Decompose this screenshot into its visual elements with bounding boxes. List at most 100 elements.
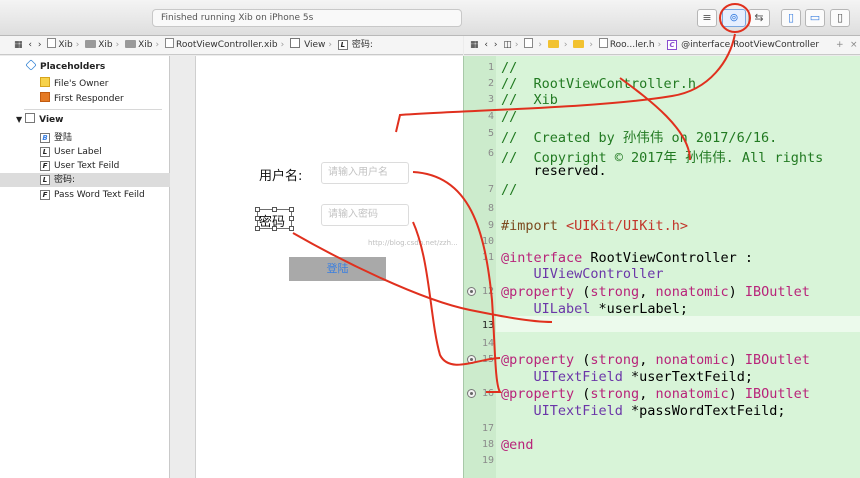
text-field-icon: F — [40, 161, 50, 171]
resize-handle[interactable] — [255, 226, 260, 231]
crumb-header-file[interactable]: Roo...ler.h — [598, 38, 655, 50]
add-editor-button[interactable]: + — [836, 36, 844, 54]
activity-viewer: Finished running Xib on iPhone 5s — [152, 9, 462, 27]
crumb-xib-file[interactable]: RootViewController.xib — [164, 38, 278, 50]
root-view[interactable]: 用户名: 请输入用户名 密码 请输入密码 登陆 http://blog.csdn… — [195, 56, 463, 478]
line-number: 1 — [487, 62, 494, 73]
crumb-project[interactable]: Xib — [47, 38, 73, 50]
first-responder-icon — [40, 92, 50, 102]
grid-icon[interactable]: ▦ — [14, 40, 23, 50]
outline-divider — [24, 109, 162, 110]
debug-toggle-button[interactable]: ▭ — [805, 9, 825, 27]
interface-builder-canvas: 用户名: 请输入用户名 密码 请输入密码 登陆 http://blog.csdn… — [171, 56, 463, 478]
outline-item-user-label[interactable]: L User Label — [0, 145, 170, 159]
resize-handle[interactable] — [272, 226, 277, 231]
code-line: // — [501, 60, 518, 76]
placeholders-icon — [25, 59, 37, 71]
crumb-label[interactable]: L 密码: — [337, 40, 373, 50]
outline-item-password-text-field[interactable]: F Pass Word Text Feild — [0, 188, 170, 202]
line-number: 10 — [481, 236, 494, 247]
document-outline: Placeholders File's Owner First Responde… — [0, 56, 170, 478]
bottom-panel-icon: ▭ — [809, 11, 821, 24]
folder-icon — [125, 40, 137, 48]
xib-file-icon — [164, 38, 174, 48]
username-label[interactable]: 用户名: — [259, 165, 302, 184]
watermark-text: http://blog.csdn.net/zzh... — [368, 239, 458, 247]
crumb-interface[interactable]: C @interface RootViewController — [667, 40, 819, 50]
code-line: reserved. — [501, 163, 607, 179]
back-icon[interactable]: ‹ — [484, 40, 488, 50]
view-icon — [25, 113, 36, 123]
outlet-connection-icon[interactable] — [467, 287, 476, 296]
code-line: #import <UIKit/UIKit.h> — [501, 218, 688, 234]
navigator-toggle-button[interactable]: ▯ — [781, 9, 801, 27]
crumb-group[interactable]: Xib — [85, 40, 113, 50]
folder-icon[interactable] — [547, 40, 561, 50]
line-number: 13 — [481, 320, 494, 331]
line-number: 14 — [481, 338, 494, 349]
outlet-connection-icon[interactable] — [467, 355, 476, 364]
code-line: UITextField *userTextFeild; — [533, 369, 753, 385]
view-icon — [290, 38, 301, 48]
crumb-subgroup[interactable]: Xib — [125, 40, 153, 50]
line-number: 4 — [487, 111, 494, 122]
disclosure-triangle-icon[interactable]: ▼ — [16, 115, 22, 124]
line-number: 6 — [487, 148, 494, 159]
resize-handle[interactable] — [289, 226, 294, 231]
project-icon[interactable] — [524, 38, 535, 50]
code-line: @interface RootViewController : — [501, 250, 753, 266]
outline-item-password-label[interactable]: L 密码: — [0, 173, 170, 187]
folder-icon[interactable] — [573, 40, 586, 50]
assistant-editor-icon: ⊚ — [729, 11, 739, 24]
line-number: 8 — [487, 203, 494, 214]
back-icon[interactable]: ‹ — [28, 40, 32, 50]
label-icon: L — [40, 175, 50, 185]
login-button[interactable]: 登陆 — [289, 257, 386, 281]
line-number: 2 — [487, 78, 494, 89]
username-text-field[interactable]: 请输入用户名 — [321, 162, 409, 184]
text-field-icon: F — [40, 190, 50, 200]
code-line: UITextField *passWordTextFeild; — [533, 403, 786, 419]
resize-handle[interactable] — [255, 216, 260, 221]
assistant-code-editor[interactable]: 1 2 3 4 5 6 7 8 9 10 11 12 13 14 15 16 17 18 19 //// RootV… — [463, 56, 860, 478]
left-jump-bar: ▦ ‹ › Xib › Xib › Xib › RootViewController.… — [0, 36, 463, 55]
right-panel-icon: ▯ — [836, 11, 844, 24]
password-text-field[interactable]: 请输入密码 — [321, 204, 409, 226]
utilities-toggle-button[interactable]: ▯ — [830, 9, 850, 27]
code-line: // Xib — [501, 92, 558, 108]
forward-icon[interactable]: › — [494, 40, 498, 50]
outline-view[interactable]: ▼ View — [0, 113, 170, 127]
resize-handle[interactable] — [289, 216, 294, 221]
folder-icon — [85, 40, 97, 48]
outline-item-login-button[interactable]: B 登陆 — [0, 131, 170, 145]
left-panel-icon: ▯ — [787, 11, 795, 24]
code-line: @end — [501, 437, 534, 453]
close-editor-button[interactable]: × — [850, 36, 858, 54]
standard-editor-button[interactable]: ≡ — [697, 9, 717, 27]
grid-icon[interactable]: ▦ — [470, 40, 479, 50]
version-editor-button[interactable]: ⇆ — [748, 9, 770, 27]
lines-icon: ≡ — [702, 11, 712, 24]
line-number: 9 — [487, 220, 494, 231]
outlet-connection-icon[interactable] — [467, 389, 476, 398]
code-line: UIViewController — [533, 266, 664, 282]
line-number: 5 — [487, 128, 494, 139]
button-icon: B — [40, 133, 50, 143]
resize-handle[interactable] — [272, 207, 277, 212]
header-file-icon — [598, 38, 608, 48]
crumb-view[interactable]: View — [290, 38, 325, 50]
forward-icon[interactable]: › — [38, 40, 42, 50]
assistant-editor-button[interactable]: ⊚ — [722, 9, 746, 27]
placeholders-header[interactable]: Placeholders — [0, 59, 170, 74]
toolbar: Finished running Xib on iPhone 5s ≡ ⊚ ⇆ … — [0, 0, 860, 36]
outline-first-responder[interactable]: First Responder — [0, 92, 170, 106]
code-line: // — [501, 109, 518, 125]
label-icon: L — [337, 40, 348, 50]
related-items-icon[interactable]: ◫ — [503, 40, 512, 50]
resize-handle[interactable] — [255, 207, 260, 212]
outline-item-user-text-field[interactable]: F User Text Feild — [0, 159, 170, 173]
line-number: 19 — [481, 455, 494, 466]
line-number-gutter: 1 2 3 4 5 6 7 8 9 10 11 12 13 14 15 16 17 18 19 — [464, 56, 496, 478]
resize-handle[interactable] — [289, 207, 294, 212]
outline-files-owner[interactable]: File's Owner — [0, 77, 170, 91]
